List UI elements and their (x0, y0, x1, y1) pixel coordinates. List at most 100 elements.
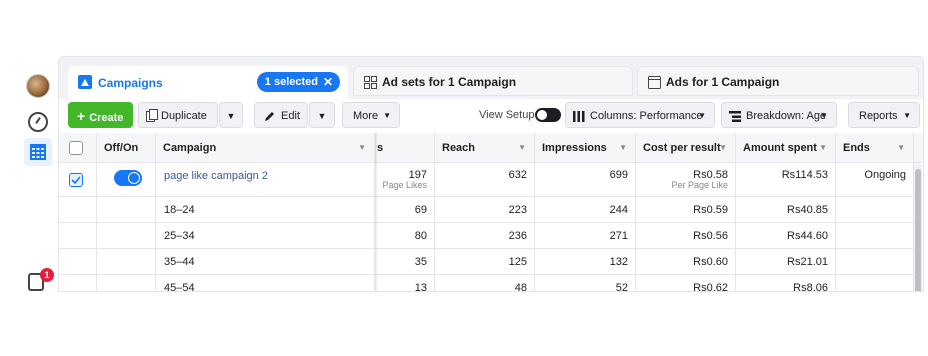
sort-icon[interactable]: ▼ (719, 133, 727, 163)
reports-button[interactable]: Reports ▼ (848, 102, 920, 128)
breakdown-age-cell: 18–24 (156, 197, 375, 223)
vertical-scrollbar[interactable] (914, 163, 922, 291)
reach-cell: 236 (435, 223, 535, 249)
left-rail: 1 (18, 70, 54, 295)
row-select-cell (59, 275, 97, 291)
campaign-name-link[interactable]: page like campaign 2 (164, 170, 268, 182)
results-cell: 35 (375, 249, 435, 275)
cost-value: Rs0.62 (693, 282, 728, 292)
campaigns-table: Off/On Campaign ▼ s Reach ▼ Impressions ▼ C… (59, 133, 923, 292)
clear-selection-icon[interactable]: ✕ (323, 72, 333, 92)
sort-icon[interactable]: ▼ (358, 133, 366, 163)
amount-value: Rs40.85 (787, 204, 828, 216)
cost-value: Rs0.56 (693, 230, 728, 242)
tab-ads[interactable]: Ads for 1 Campaign (637, 66, 919, 96)
header-ends[interactable]: Ends ▼ (836, 133, 914, 163)
campaign-toggle[interactable] (114, 170, 142, 186)
cost-cell: Rs0.56 (636, 223, 736, 249)
header-reach[interactable]: Reach ▼ (435, 133, 535, 163)
header-select-all (59, 133, 97, 163)
reach-value: 125 (508, 256, 527, 268)
cost-cell: Rs0.58 Per Page Like (636, 163, 736, 197)
header-overflow (914, 133, 923, 163)
amount-cell: Rs40.85 (736, 197, 836, 223)
more-button[interactable]: More ▼ (342, 102, 400, 128)
breakdown-button[interactable]: Breakdown: Age ▼ (721, 102, 837, 128)
sort-icon[interactable]: ▼ (897, 133, 905, 163)
view-setup-label: View Setup (479, 109, 535, 121)
selected-count-pill[interactable]: 1 selected ✕ (256, 72, 340, 92)
tab-campaigns[interactable]: Campaigns 1 selected ✕ (68, 66, 348, 102)
campaigns-nav-icon[interactable] (24, 138, 52, 166)
header-cost-per-result[interactable]: Cost per result ▼ (636, 133, 736, 163)
results-sub-label: Page Likes (382, 180, 427, 190)
row-checkbox[interactable] (69, 173, 83, 187)
breakdown-age-cell: 45–54 (156, 275, 375, 291)
pencil-icon (265, 112, 274, 121)
cost-cell: Rs0.62 (636, 275, 736, 292)
select-all-checkbox[interactable] (69, 141, 83, 155)
columns-icon (573, 111, 585, 122)
amount-value: Rs44.60 (787, 230, 828, 242)
results-cell: 13 (375, 275, 435, 292)
create-button[interactable]: + Create (68, 102, 133, 128)
plus-icon: + (77, 108, 86, 124)
account-overview-icon[interactable] (28, 112, 48, 132)
chevron-down-icon: ▼ (317, 111, 327, 121)
edit-button[interactable]: Edit (254, 102, 308, 128)
offon-cell (97, 249, 156, 275)
sort-icon[interactable]: ▼ (518, 133, 526, 163)
view-setup-toggle[interactable] (535, 108, 561, 122)
breakdown-age-cell: 35–44 (156, 249, 375, 275)
amount-cell: Rs8.06 (736, 275, 836, 291)
ends-cell (836, 223, 914, 249)
account-avatar[interactable] (26, 74, 50, 98)
chevron-down-icon: ▼ (383, 111, 391, 120)
cost-sub-label: Per Page Like (671, 180, 728, 190)
impressions-value: 244 (609, 204, 628, 216)
reach-cell: 125 (435, 249, 535, 275)
duplicate-dropdown-button[interactable]: ▼ (219, 102, 243, 128)
reports-label: Reports (859, 110, 898, 122)
ends-cell (836, 197, 914, 223)
results-cell: 69 (375, 197, 435, 223)
chevron-down-icon: ▼ (820, 111, 828, 120)
reach-cell: 632 (435, 163, 535, 197)
sort-icon[interactable]: ▼ (619, 133, 627, 163)
header-impressions-label: Impressions (542, 142, 607, 154)
columns-button[interactable]: Columns: Performance ▼ (565, 102, 715, 128)
offon-cell (97, 197, 156, 223)
impressions-cell: 699 (535, 163, 636, 197)
scrollbar-thumb[interactable] (915, 169, 921, 291)
header-ends-label: Ends (843, 142, 870, 154)
columns-label: Columns: Performance (590, 110, 703, 122)
edit-dropdown-button[interactable]: ▼ (309, 102, 335, 128)
tab-adsets[interactable]: Ad sets for 1 Campaign (353, 66, 633, 96)
ads-manager-frame: 1 Campaigns 1 selected ✕ Ad sets for 1 C… (0, 0, 928, 356)
header-campaign[interactable]: Campaign ▼ (156, 133, 375, 163)
tab-campaigns-label: Campaigns (98, 76, 163, 90)
breakdown-icon (729, 111, 741, 122)
table-icon (30, 144, 46, 160)
results-cell: 197 Page Likes (375, 163, 435, 197)
chevron-down-icon: ▼ (226, 111, 236, 121)
ends-cell (836, 249, 914, 275)
header-results[interactable]: s (375, 133, 435, 163)
header-amount-spent[interactable]: Amount spent ▼ (736, 133, 836, 163)
impressions-cell: 244 (535, 197, 636, 223)
header-cost-label: Cost per result (643, 142, 721, 154)
amount-cell: Rs114.53 (736, 163, 836, 197)
row-select-cell (59, 197, 97, 223)
impressions-value: 52 (615, 282, 628, 292)
impressions-cell: 52 (535, 275, 636, 292)
amount-value: Rs114.53 (781, 169, 828, 181)
sort-icon[interactable]: ▼ (819, 133, 827, 163)
header-campaign-label: Campaign (163, 142, 217, 154)
header-impressions[interactable]: Impressions ▼ (535, 133, 636, 163)
adsets-grid-icon (364, 76, 377, 89)
row-select-cell (59, 223, 97, 249)
campaign-flag-icon (78, 75, 92, 89)
duplicate-button[interactable]: Duplicate (138, 102, 218, 128)
reach-value: 632 (508, 169, 527, 181)
results-value: 13 (414, 282, 427, 292)
